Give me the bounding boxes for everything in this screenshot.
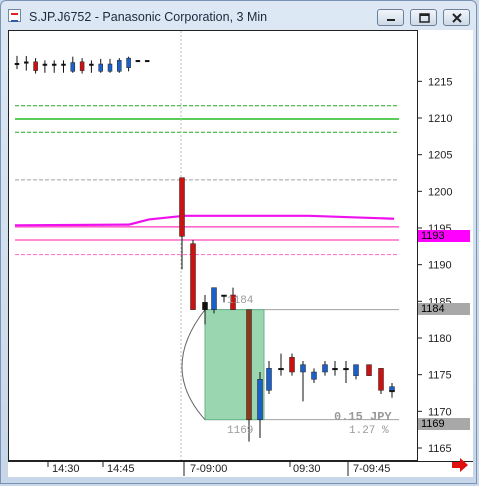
candle-body: [98, 63, 103, 72]
candle-body: [343, 368, 349, 371]
candle-body: [33, 61, 38, 71]
price-tick-label: 1210: [428, 113, 452, 125]
candle-body: [300, 364, 306, 373]
scroll-right-arrow-icon[interactable]: [451, 458, 469, 472]
candle-body: [79, 61, 85, 71]
candle-body: [126, 57, 131, 68]
candle-body: [332, 368, 338, 371]
restore-icon: [419, 13, 430, 23]
candle-body: [202, 302, 208, 310]
candle-body: [61, 63, 66, 66]
restore-button[interactable]: [410, 9, 437, 26]
candle-body: [211, 287, 217, 310]
chart-app-icon: [8, 9, 21, 22]
close-button[interactable]: [443, 9, 470, 26]
candle-body: [311, 371, 317, 380]
price-tick-label: 1180: [428, 333, 452, 345]
candle-body: [389, 386, 395, 391]
price-tick-label: 1200: [428, 186, 452, 198]
plot-area[interactable]: 0.15 JPY 1.27 % 1184 1169: [8, 30, 418, 461]
measure-box: [204, 309, 265, 421]
box-bottom-label: 1169: [227, 425, 254, 437]
candle-body: [179, 177, 185, 237]
price-badge-box-low: 1169: [418, 418, 470, 430]
change-percent: 1.27 %: [349, 425, 389, 437]
candle-body: [378, 368, 384, 391]
price-axis-ticks: 1215121012051200119511901185118011751170…: [418, 76, 452, 455]
candle-body: [246, 309, 252, 420]
candle-body: [190, 243, 196, 310]
price-tick-label: 1190: [428, 260, 452, 272]
window-title: S.JP.J6752 - Panasonic Corporation, 3 Mi…: [29, 10, 268, 24]
price-tick-label: 1215: [428, 76, 452, 88]
candle-body: [289, 357, 295, 373]
time-axis[interactable]: 14:30 14:45 7-09:00 09:30 7-09:45: [8, 461, 473, 477]
measure-arc: [181, 309, 206, 421]
change-value: 0.15 JPY: [334, 410, 392, 424]
price-badge-magenta: 1193: [418, 230, 470, 242]
minimize-button[interactable]: [377, 9, 404, 26]
candle-body: [89, 63, 94, 66]
price-axis[interactable]: 1215121012051200119511901185118011751170…: [418, 30, 473, 461]
candle-body: [257, 379, 263, 420]
candle-body: [135, 60, 141, 63]
price-badge-box-high: 1184: [418, 303, 470, 315]
candle-body: [107, 63, 113, 72]
candle-body: [70, 62, 76, 72]
price-tick-label: 1175: [428, 370, 452, 382]
candle-body: [42, 63, 48, 66]
candle-body: [266, 368, 272, 391]
time-tick-marks: [47, 462, 349, 476]
box-top-label: 1184: [227, 295, 254, 307]
price-tick-label: 1205: [428, 150, 452, 162]
minimize-icon: [387, 19, 395, 21]
candle-body: [366, 364, 372, 376]
candle-body: [322, 364, 328, 373]
candle-body: [353, 364, 359, 376]
candle-body: [14, 63, 20, 66]
candle-body: [51, 63, 57, 66]
magenta-average-line: [14, 214, 395, 227]
candlestick-chart: [14, 31, 399, 460]
close-icon: [452, 13, 462, 23]
candle-body: [221, 294, 227, 297]
price-tick-label: 1165: [428, 443, 452, 455]
price-tick-label: 1170: [428, 406, 452, 418]
candle-body: [24, 61, 29, 64]
candle-body: [144, 60, 150, 63]
candle-body: [278, 368, 284, 371]
title-bar[interactable]: S.JP.J6752 - Panasonic Corporation, 3 Mi…: [1, 1, 478, 31]
candle-body: [117, 60, 122, 72]
